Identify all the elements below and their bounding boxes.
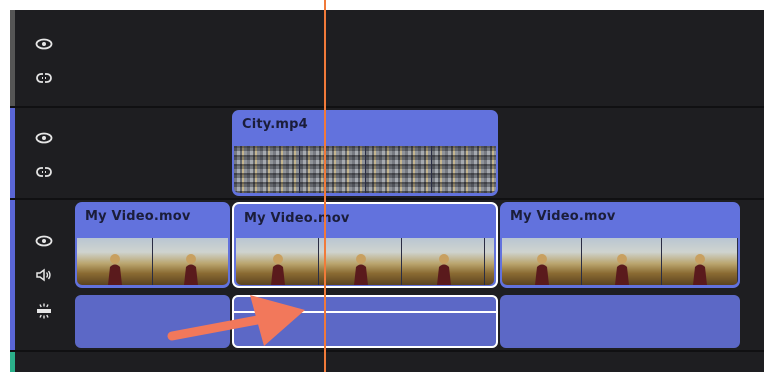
arrow-pointer-icon <box>167 295 305 346</box>
